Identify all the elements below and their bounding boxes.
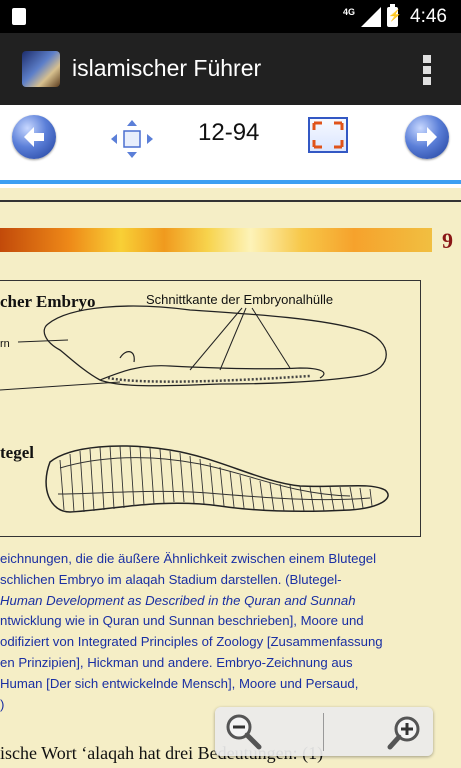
battery-icon (387, 3, 402, 27)
fullscreen-button[interactable] (308, 117, 348, 153)
figure-caption: eichnungen, die die äußere Ähnlichkeit z… (0, 549, 420, 715)
caption-line: eichnungen, die die äußere Ähnlichkeit z… (0, 551, 377, 566)
next-page-button[interactable] (405, 115, 449, 159)
zoom-controls (215, 707, 433, 756)
page-number: 9 (442, 228, 453, 253)
notification-app-icon (12, 8, 26, 25)
zoom-out-button[interactable] (223, 711, 263, 751)
page-toolbar: 12-94 (0, 105, 461, 182)
move-arrows-icon[interactable] (110, 119, 154, 159)
zoom-in-button[interactable] (387, 711, 427, 751)
zoom-divider (323, 713, 324, 751)
network-type: 4G (343, 6, 356, 17)
page-indicator: 12-94 (198, 119, 260, 146)
caption-line: schlichen Embryo im alaqah Stadium darst… (0, 571, 342, 587)
zoom-out-icon (226, 714, 262, 750)
clock: 4:46 (410, 5, 447, 27)
signal-icon (361, 6, 382, 27)
status-bar: 4G 4:46 (0, 0, 461, 33)
caption-line: Human [Der sich entwickelnde Mensch], Mo… (0, 675, 359, 691)
document-page[interactable]: 9 cher Embryo Schnittkante der Embryonal… (0, 188, 461, 768)
page-top-rule (0, 200, 461, 202)
caption-line: odifiziert von Integrated Principles of … (0, 634, 383, 650)
caption-line: en Prinzipien], Hickman und andere. Embr… (0, 654, 353, 670)
toolbar-divider (0, 180, 461, 184)
arrow-right-icon (417, 127, 437, 147)
caption-line: ntwicklung wie in Quran und Sunnan besch… (0, 613, 364, 629)
app-title: islamischer Führer (72, 55, 262, 81)
app-bar: islamischer Führer (0, 33, 461, 105)
fullscreen-icon (312, 121, 344, 149)
arrow-left-icon (24, 127, 44, 147)
app-logo-icon (22, 51, 60, 87)
embryo-drawing (0, 305, 387, 391)
previous-page-button[interactable] (12, 115, 56, 159)
chapter-banner (0, 228, 432, 252)
leech-drawing (45, 445, 389, 513)
overflow-menu-icon[interactable] (423, 55, 431, 85)
zoom-in-icon (387, 716, 420, 750)
caption-line: Human Development as Described in the Qu… (0, 592, 356, 608)
